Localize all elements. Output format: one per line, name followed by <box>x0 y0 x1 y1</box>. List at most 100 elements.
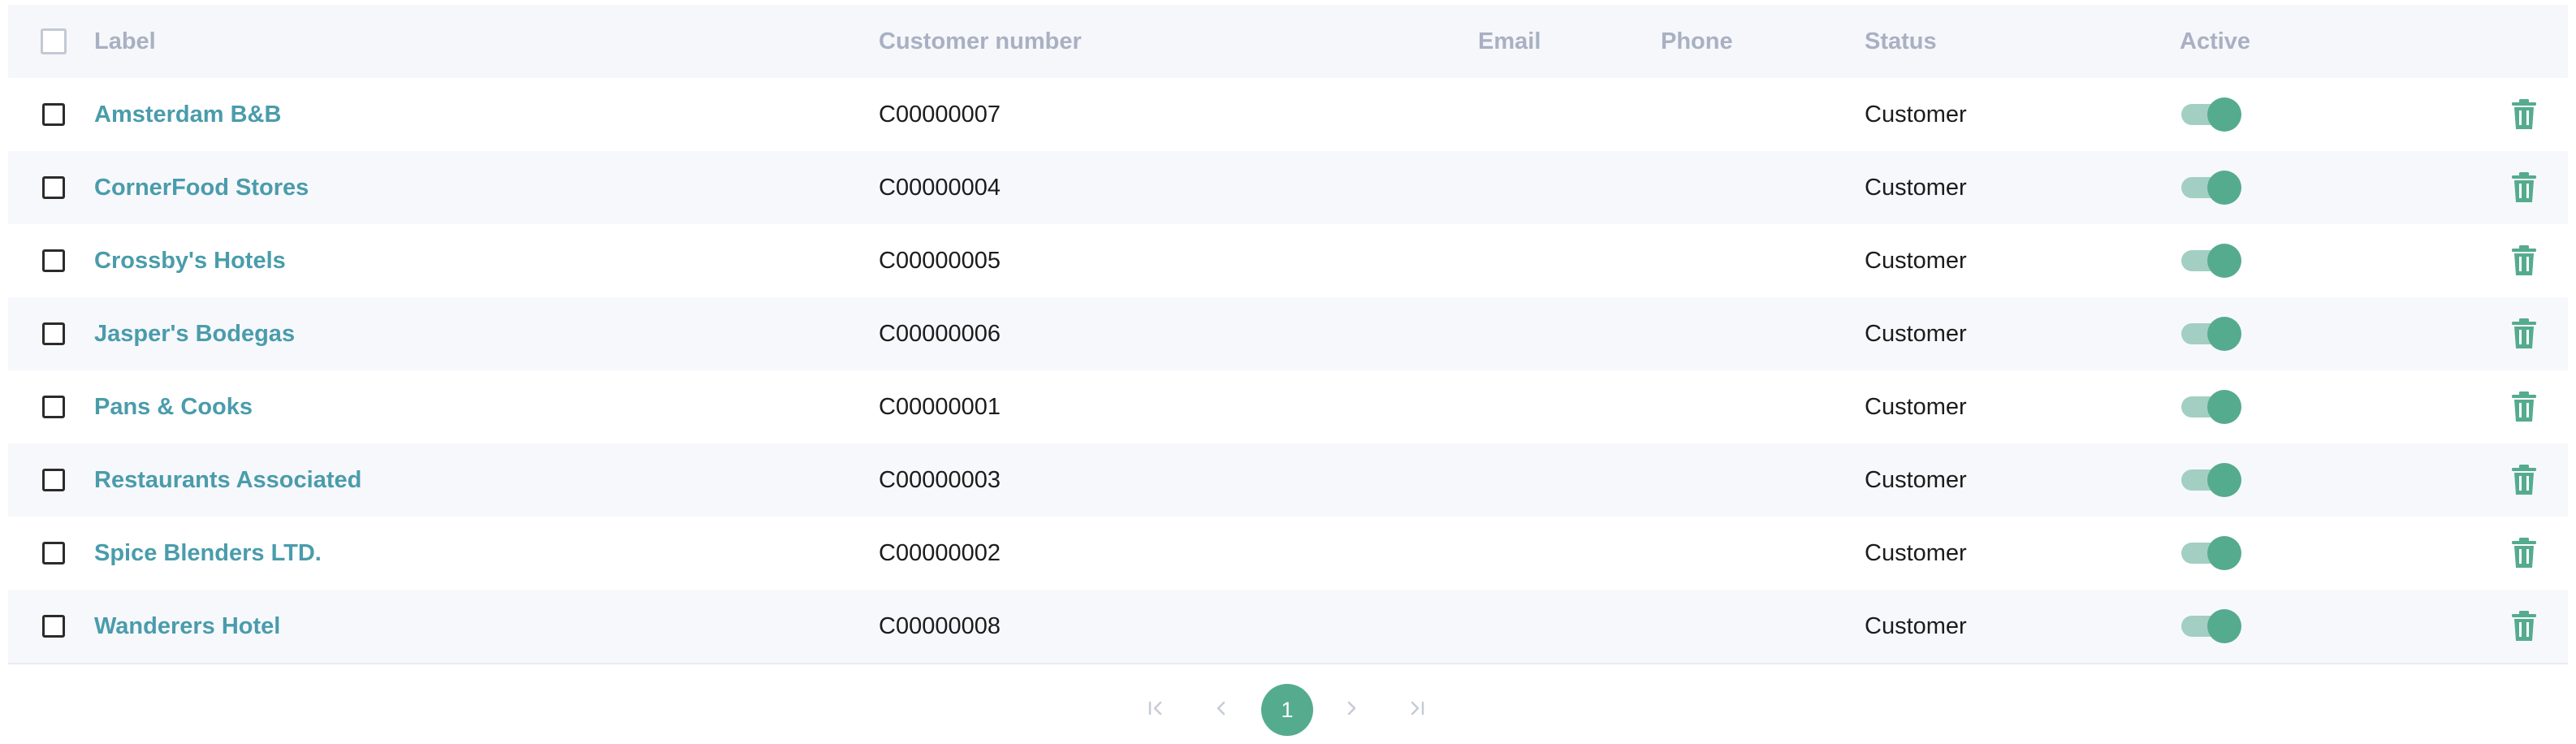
table-row: Spice Blenders LTD. C00000002 Customer <box>8 517 2568 590</box>
active-cell <box>2180 224 2243 297</box>
row-select-cell <box>37 517 70 590</box>
label-cell: Amsterdam B&B <box>94 78 281 151</box>
active-toggle[interactable] <box>2180 461 2243 499</box>
active-toggle[interactable] <box>2180 169 2243 206</box>
column-header-customer-number[interactable]: Customer number <box>879 5 1082 78</box>
last-page-icon <box>1404 696 1428 725</box>
active-toggle[interactable] <box>2180 242 2243 279</box>
column-header-phone[interactable]: Phone <box>1661 5 1733 78</box>
trash-icon[interactable] <box>2511 610 2537 642</box>
toggle-knob <box>2207 244 2241 278</box>
customer-label-link[interactable]: Restaurants Associated <box>94 467 361 494</box>
table-row: Restaurants Associated C00000003 Custome… <box>8 443 2568 517</box>
row-select-checkbox[interactable] <box>42 469 65 491</box>
chevron-left-icon <box>1209 696 1234 725</box>
customer-number-cell: C00000002 <box>879 539 1001 566</box>
row-select-cell <box>37 78 70 151</box>
next-page-button[interactable] <box>1329 684 1374 736</box>
trash-icon[interactable] <box>2511 171 2537 204</box>
last-page-button[interactable] <box>1394 684 1439 736</box>
row-select-checkbox[interactable] <box>42 176 65 199</box>
row-select-checkbox[interactable] <box>42 615 65 638</box>
customer-number-cell: C00000008 <box>879 612 1001 639</box>
table-row: Pans & Cooks C00000001 Customer <box>8 370 2568 443</box>
row-select-checkbox[interactable] <box>42 103 65 126</box>
column-header-label[interactable]: Label <box>94 5 156 78</box>
status-cell: Customer <box>1865 101 1967 128</box>
table-row: Wanderers Hotel C00000008 Customer <box>8 590 2568 663</box>
delete-cell <box>2503 224 2545 297</box>
table-row: Crossby's Hotels C00000005 Customer <box>8 224 2568 297</box>
row-select-cell <box>37 224 70 297</box>
column-header-email[interactable]: Email <box>1478 5 1541 78</box>
table-body: Amsterdam B&B C00000007 Customer CornerF… <box>8 78 2568 663</box>
select-all-cell <box>37 5 70 78</box>
row-select-checkbox[interactable] <box>42 396 65 418</box>
pagination: 1 <box>0 684 2576 736</box>
customer-label-link[interactable]: CornerFood Stores <box>94 175 309 201</box>
customer-label-link[interactable]: Pans & Cooks <box>94 394 253 421</box>
row-select-cell <box>37 590 70 663</box>
label-cell: Jasper's Bodegas <box>94 297 295 370</box>
customer-label-link[interactable]: Spice Blenders LTD. <box>94 540 322 567</box>
table-header-row: Label Customer number Email Phone Status… <box>8 5 2568 78</box>
active-toggle[interactable] <box>2180 534 2243 572</box>
previous-page-button[interactable] <box>1199 684 1244 736</box>
label-cell: Pans & Cooks <box>94 370 253 443</box>
customer-label-link[interactable]: Jasper's Bodegas <box>94 321 295 348</box>
active-cell <box>2180 78 2243 151</box>
active-toggle[interactable] <box>2180 388 2243 426</box>
row-select-cell <box>37 151 70 224</box>
active-cell <box>2180 517 2243 590</box>
active-toggle[interactable] <box>2180 96 2243 133</box>
label-cell: Wanderers Hotel <box>94 590 280 663</box>
active-cell <box>2180 443 2243 517</box>
active-toggle[interactable] <box>2180 315 2243 353</box>
trash-icon[interactable] <box>2511 537 2537 569</box>
delete-cell <box>2503 78 2545 151</box>
trash-icon[interactable] <box>2511 391 2537 423</box>
status-cell: Customer <box>1865 393 1967 420</box>
column-header-status[interactable]: Status <box>1865 5 1937 78</box>
customer-number-cell: C00000007 <box>879 101 1001 128</box>
customer-number-cell: C00000006 <box>879 320 1001 347</box>
select-all-checkbox[interactable] <box>41 28 67 54</box>
status-cell: Customer <box>1865 320 1967 347</box>
customer-label-link[interactable]: Crossby's Hotels <box>94 248 286 275</box>
customer-label-link[interactable]: Wanderers Hotel <box>94 613 280 640</box>
delete-cell <box>2503 151 2545 224</box>
active-cell <box>2180 370 2243 443</box>
active-toggle[interactable] <box>2180 608 2243 645</box>
status-cell: Customer <box>1865 612 1967 639</box>
delete-cell <box>2503 370 2545 443</box>
trash-icon[interactable] <box>2511 98 2537 131</box>
status-cell: Customer <box>1865 539 1967 566</box>
toggle-knob <box>2207 463 2241 497</box>
customer-number-cell: C00000003 <box>879 466 1001 493</box>
customer-number-cell: C00000004 <box>879 174 1001 201</box>
customer-label-link[interactable]: Amsterdam B&B <box>94 102 281 128</box>
customers-table: Label Customer number Email Phone Status… <box>8 5 2568 664</box>
page-button-current[interactable]: 1 <box>1261 684 1313 736</box>
first-page-icon <box>1144 696 1169 725</box>
first-page-button[interactable] <box>1134 684 1179 736</box>
status-cell: Customer <box>1865 247 1967 274</box>
row-select-cell <box>37 443 70 517</box>
status-cell: Customer <box>1865 174 1967 201</box>
row-select-checkbox[interactable] <box>42 542 65 564</box>
label-cell: Crossby's Hotels <box>94 224 286 297</box>
trash-icon[interactable] <box>2511 464 2537 496</box>
row-select-checkbox[interactable] <box>42 322 65 345</box>
trash-icon[interactable] <box>2511 318 2537 350</box>
delete-cell <box>2503 297 2545 370</box>
label-cell: CornerFood Stores <box>94 151 309 224</box>
row-select-checkbox[interactable] <box>42 249 65 272</box>
status-cell: Customer <box>1865 466 1967 493</box>
row-select-cell <box>37 297 70 370</box>
column-header-active[interactable]: Active <box>2180 5 2250 78</box>
trash-icon[interactable] <box>2511 244 2537 277</box>
customer-list-view: Label Customer number Email Phone Status… <box>0 0 2576 744</box>
toggle-knob <box>2207 536 2241 570</box>
label-cell: Spice Blenders LTD. <box>94 517 322 590</box>
label-cell: Restaurants Associated <box>94 443 361 517</box>
